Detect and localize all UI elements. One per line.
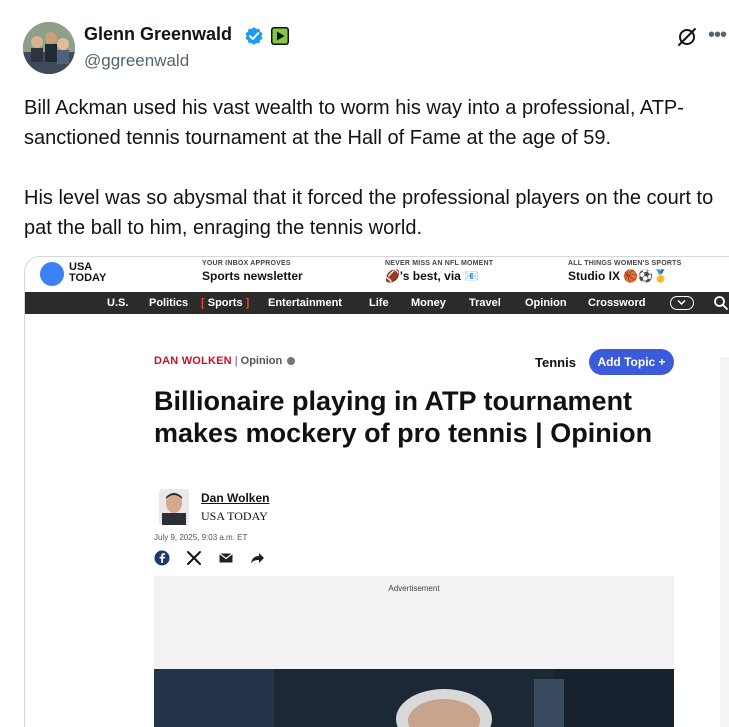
more-icon[interactable]: ••• <box>708 24 727 46</box>
promo-studio-ix: ALL THINGS WOMEN'S SPORTS Studio IX 🏀⚽🥇 <box>568 260 682 283</box>
tweet-paragraph: His level was so abysmal that it forced … <box>24 187 714 239</box>
byline-author: DAN WOLKEN <box>154 355 232 367</box>
side-rail <box>720 357 729 727</box>
nav-item-sports: [ Sports ] <box>201 297 250 309</box>
nav-item-travel: Travel <box>469 297 501 309</box>
author-photo <box>159 489 189 525</box>
search-icon <box>713 295 729 311</box>
nav-item-opinion: Opinion <box>525 297 567 309</box>
nav-item-us: U.S. <box>107 297 129 309</box>
nav-item-crossword: Crossword <box>588 297 646 309</box>
article-headline: Billionaire playing in ATP tournament ma… <box>154 386 653 448</box>
usa-today-topbar: USA TODAY YOUR INBOX APPROVES Sports news… <box>25 257 729 291</box>
tweet-text: Bill Ackman used his vast wealth to worm… <box>24 93 724 243</box>
promo-newsletter: YOUR INBOX APPROVES Sports newsletter <box>202 260 303 283</box>
rumble-affiliate-icon[interactable] <box>270 26 290 46</box>
verified-badge-icon <box>244 26 264 46</box>
article-image-card[interactable]: USA TODAY YOUR INBOX APPROVES Sports news… <box>24 256 729 727</box>
byline: DAN WOLKEN | Opinion <box>154 355 296 367</box>
add-topic-button: Add Topic + <box>589 349 674 375</box>
nav-item-money: Money <box>411 297 446 309</box>
info-icon <box>287 357 296 366</box>
nav-item-politics: Politics <box>149 297 189 309</box>
advertisement-box: Advertisement <box>154 576 674 669</box>
author-avatar[interactable] <box>23 22 75 74</box>
author-org: USA TODAY <box>201 509 268 523</box>
author-handle[interactable]: @ggreenwald <box>84 51 189 71</box>
email-icon <box>218 550 234 566</box>
author-name[interactable]: Glenn Greenwald <box>84 24 232 45</box>
nav-item-life: Life <box>369 297 389 309</box>
author-link: Dan Wolken <box>201 491 270 505</box>
tweet-paragraph: Bill Ackman used his vast wealth to worm… <box>24 97 684 149</box>
usa-today-logo-icon <box>40 262 64 286</box>
grok-icon[interactable] <box>676 26 698 48</box>
facebook-icon <box>154 550 170 566</box>
byline-section: Opinion <box>240 355 283 367</box>
nav-item-entertainment: Entertainment <box>268 297 342 309</box>
chevron-down-icon <box>670 296 694 310</box>
usa-today-logo: USA TODAY <box>69 261 107 284</box>
usa-today-nav: U.S. Politics [ Sports ] Entertainment L… <box>25 292 729 314</box>
share-icon <box>249 550 265 566</box>
x-icon <box>186 550 202 566</box>
article-date: July 9, 2025, 9:03 a.m. ET <box>154 533 248 542</box>
advertisement-label: Advertisement <box>388 584 440 593</box>
promo-nfl: NEVER MISS AN NFL MOMENT 🏈's best, via 📧 <box>385 260 494 283</box>
article-hero-image <box>154 669 674 727</box>
topic-label: Tennis <box>535 355 576 370</box>
